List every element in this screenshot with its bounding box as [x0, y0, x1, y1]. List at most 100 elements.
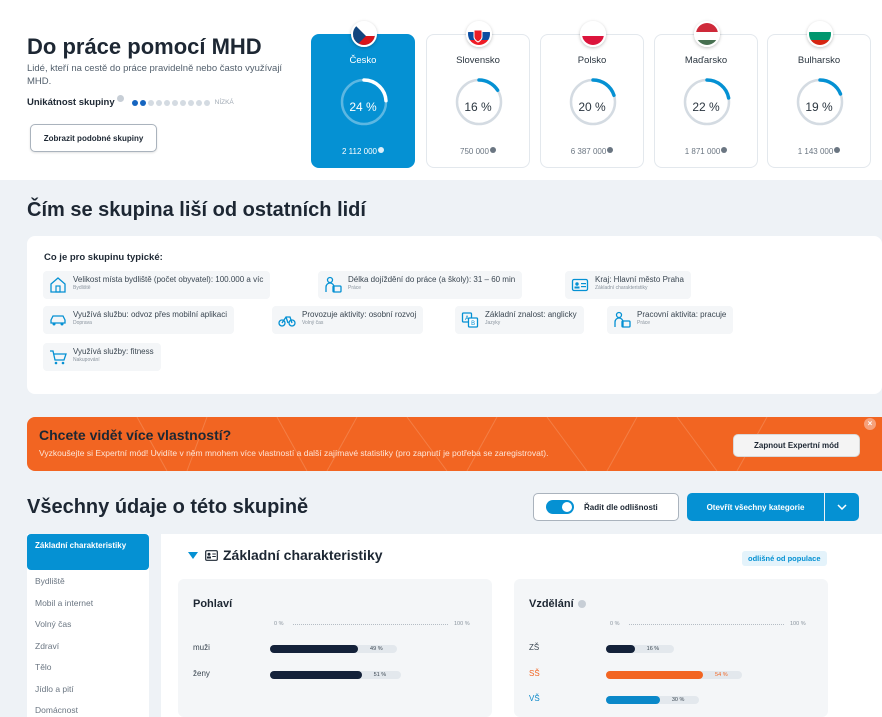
- sort-toggle-button[interactable]: Řadit dle odlišnosti: [533, 493, 679, 521]
- bar-value: 30 %: [671, 697, 685, 703]
- sidebar-item[interactable]: Jídlo a pití: [35, 684, 74, 694]
- row-label: muži: [193, 643, 210, 652]
- status-badge: odlišné od populace: [742, 551, 827, 566]
- population-count: 1 871 000: [655, 147, 757, 156]
- info-icon[interactable]: [489, 147, 496, 153]
- close-icon[interactable]: ×: [864, 418, 876, 430]
- country-card[interactable]: Slovensko 16 % 750 000: [426, 21, 530, 168]
- trait-label: Základní znalost: anglicky: [485, 310, 577, 319]
- similar-groups-button[interactable]: Zobrazit podobné skupiny: [30, 124, 157, 152]
- hungarian-flag-icon: [694, 21, 720, 47]
- bar: [606, 696, 660, 704]
- sidebar-item[interactable]: Bydliště: [35, 576, 65, 586]
- section-header[interactable]: Základní charakteristiky: [188, 547, 383, 563]
- panel-title: Pohlaví: [193, 598, 233, 610]
- slovak-flag-icon: [466, 21, 492, 47]
- scale-min: 0 %: [274, 621, 284, 627]
- uniqueness-dot: [179, 99, 186, 106]
- uniqueness-dot: [203, 99, 210, 106]
- all-data-heading: Všechny údaje o této skupině: [27, 496, 309, 518]
- id-card-icon: [205, 549, 218, 561]
- typical-title: Co je pro skupinu typické:: [44, 252, 163, 263]
- info-icon[interactable]: [834, 147, 841, 153]
- percent-value: 24 %: [349, 100, 377, 114]
- uniqueness-row: Unikátnost skupiny NÍZKÁ: [27, 95, 234, 108]
- bar-value: 51 %: [373, 672, 387, 678]
- trait-label: Kraj: Hlavní město Praha: [595, 275, 684, 284]
- sidebar-item[interactable]: Základní charakteristiky: [27, 534, 149, 570]
- row-label: VŠ: [529, 694, 540, 703]
- scale-line: [629, 624, 784, 625]
- trait-category: Základní charakteristiky: [595, 285, 648, 291]
- uniqueness-dots: [131, 99, 210, 106]
- country-card[interactable]: Česko 24 % 2 112 000: [311, 21, 415, 168]
- expert-mode-button[interactable]: Zapnout Expertní mód: [733, 434, 860, 457]
- banner-subtitle: Vyzkoušejte si Expertní mód! Uvidíte v n…: [39, 448, 549, 458]
- car-icon: [50, 315, 66, 326]
- house-icon: [50, 277, 66, 293]
- country-card[interactable]: Polsko 20 % 6 387 000: [540, 21, 644, 168]
- info-icon[interactable]: [378, 147, 384, 153]
- trait-label: Pracovní aktivita: pracuje: [637, 310, 727, 319]
- country-card[interactable]: Bulharsko 19 % 1 143 000: [767, 21, 871, 168]
- bar: [270, 645, 359, 653]
- section-title: Základní charakteristiky: [223, 547, 383, 563]
- bar: [270, 671, 362, 679]
- info-icon[interactable]: [577, 600, 586, 608]
- trait-label: Využívá službu: odvoz přes mobilní aplik…: [73, 310, 227, 319]
- trait-label: Velikost místa bydliště (počet obyvatel)…: [73, 275, 264, 284]
- bar-value: 54 %: [715, 672, 728, 678]
- row-label: ženy: [193, 669, 210, 678]
- country-card[interactable]: Maďarsko 22 % 1 871 000: [654, 21, 758, 168]
- trait-category: Jazyky: [485, 320, 501, 326]
- chart-panel: Pohlaví 0 % 100 % muži 49 % ženy 51 %: [178, 579, 492, 717]
- row-label: ZŠ: [529, 643, 540, 652]
- uniqueness-dot: [163, 99, 170, 106]
- uniqueness-dot: [155, 99, 162, 106]
- uniqueness-dot: [131, 99, 138, 106]
- uniqueness-label: Unikátnost skupiny: [27, 97, 115, 108]
- uniqueness-dot: [147, 99, 154, 106]
- percent-value: 19 %: [805, 100, 833, 114]
- bicycle-icon: [278, 316, 296, 327]
- sort-label: Řadit dle odlišnosti: [584, 502, 658, 512]
- info-icon[interactable]: [607, 147, 614, 153]
- info-icon[interactable]: [116, 95, 124, 102]
- category-sidebar: Základní charakteristiky Bydliště Mobil a …: [27, 534, 149, 717]
- trait-tag: Délka dojíždění do práce (a školy): 31 –…: [318, 271, 523, 299]
- open-all-categories-button[interactable]: Otevřít všechny kategorie: [687, 493, 824, 521]
- id-card-icon: [571, 278, 589, 292]
- population-count: 2 112 000: [312, 147, 414, 156]
- info-icon[interactable]: [721, 147, 728, 153]
- uniqueness-dot: [139, 99, 146, 106]
- row-label: SŠ: [529, 669, 540, 678]
- scale-max: 100 %: [454, 621, 470, 627]
- scale-min: 0 %: [610, 621, 620, 627]
- trait-label: Provozuje aktivity: osobní rozvoj: [302, 310, 417, 319]
- toggle-switch[interactable]: [546, 500, 574, 514]
- country-name: Česko: [349, 55, 377, 66]
- trait-tag: Provozuje aktivity: osobní rozvoj Volný č…: [272, 306, 424, 334]
- sidebar-item[interactable]: Zdraví: [35, 641, 59, 651]
- sidebar-item[interactable]: Mobil a internet: [35, 598, 93, 608]
- country-name: Maďarsko: [684, 55, 728, 66]
- polish-flag-icon: [580, 21, 606, 47]
- bar-value: 49 %: [370, 646, 383, 652]
- caret-down-icon[interactable]: [188, 551, 198, 559]
- sidebar-item[interactable]: Volný čas: [35, 619, 71, 629]
- bar-value: 16 %: [646, 646, 660, 652]
- trait-category: Nakupování: [73, 357, 100, 363]
- trait-tag: Využívá službu: odvoz přes mobilní aplik…: [43, 306, 234, 334]
- uniqueness-dot: [195, 99, 202, 106]
- trait-tag: Využívá služby: fitness Nakupování: [43, 343, 161, 371]
- trait-category: Práce: [637, 320, 651, 326]
- population-count: 1 143 000: [768, 147, 870, 156]
- typical-traits-panel: Co je pro skupinu typické: Velikost míst…: [27, 236, 882, 394]
- worker-icon: [614, 311, 631, 328]
- trait-label: Využívá služby: fitness: [73, 347, 154, 356]
- chevron-down-icon[interactable]: [825, 493, 859, 521]
- trait-tag: Pracovní aktivita: pracuje Práce: [607, 306, 734, 334]
- panel-title: Vzdělání: [529, 598, 586, 610]
- sidebar-item[interactable]: Tělo: [35, 662, 52, 672]
- sidebar-item[interactable]: Domácnost: [35, 705, 78, 715]
